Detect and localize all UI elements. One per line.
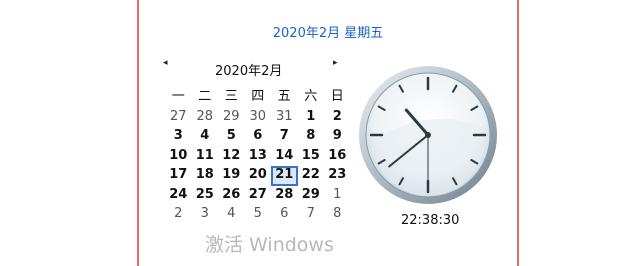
- analog-clock-icon: [359, 66, 497, 204]
- calendar-day[interactable]: 7: [271, 127, 298, 147]
- calendar-day[interactable]: 26: [218, 186, 245, 206]
- calendar-day[interactable]: 20: [245, 166, 272, 186]
- weekday-header: 日: [330, 89, 344, 104]
- next-month-icon[interactable]: ▸: [333, 58, 338, 68]
- weekday-header: 六: [304, 89, 318, 104]
- calendar-day[interactable]: 9: [324, 127, 351, 147]
- calendar-day[interactable]: 8: [298, 127, 325, 147]
- calendar-day[interactable]: 13: [245, 147, 272, 167]
- calendar-day[interactable]: 6: [245, 127, 272, 147]
- weekday-header-row: 一 二 三 四 五 六 日: [165, 88, 351, 108]
- calendar-week-row: 27 28 29 30 31 1 2: [165, 108, 351, 128]
- calendar-day[interactable]: 4: [218, 205, 245, 225]
- calendar-week-row: 2 3 4 5 6 7 8: [165, 205, 351, 225]
- calendar-day[interactable]: 10: [165, 147, 192, 167]
- date-time-flyout: 2020年2月 星期五 ◂ 2020年2月 ▸ 一 二 三 四 五 六 日 27…: [137, 0, 519, 266]
- calendar-day[interactable]: 30: [245, 108, 272, 128]
- calendar-day[interactable]: 27: [245, 186, 272, 206]
- calendar-week-row: 10 11 12 13 14 15 16: [165, 147, 351, 167]
- calendar-day[interactable]: 1: [298, 108, 325, 128]
- calendar-day[interactable]: 3: [192, 205, 219, 225]
- calendar-day[interactable]: 24: [165, 186, 192, 206]
- calendar-day[interactable]: 14: [271, 147, 298, 167]
- calendar-day[interactable]: 29: [298, 186, 325, 206]
- calendar-day[interactable]: 18: [192, 166, 219, 186]
- weekday-header: 四: [251, 89, 265, 104]
- weekday-header: 一: [171, 89, 185, 104]
- calendar-day[interactable]: 28: [271, 186, 298, 206]
- calendar-day[interactable]: 2: [324, 108, 351, 128]
- calendar-day[interactable]: 28: [192, 108, 219, 128]
- calendar-week-row: 24 25 26 27 28 29 1: [165, 186, 351, 206]
- calendar-day[interactable]: 25: [192, 186, 219, 206]
- calendar-day[interactable]: 16: [324, 147, 351, 167]
- calendar-week-row: 3 4 5 6 7 8 9: [165, 127, 351, 147]
- calendar-day[interactable]: 17: [165, 166, 192, 186]
- calendar-day-selected[interactable]: 21: [271, 166, 298, 186]
- weekday-header: 三: [224, 89, 238, 104]
- activate-windows-watermark: 激活 Windows: [205, 234, 334, 256]
- calendar-day[interactable]: 2: [165, 205, 192, 225]
- calendar-day[interactable]: 1: [324, 186, 351, 206]
- long-date-link[interactable]: 2020年2月 星期五: [139, 22, 517, 41]
- digital-time: 22:38:30: [401, 213, 460, 228]
- calendar-day[interactable]: 7: [298, 205, 325, 225]
- calendar-day[interactable]: 23: [324, 166, 351, 186]
- calendar-grid: 一 二 三 四 五 六 日 27 28 29 30 31 1 2 3 4 5 6…: [165, 88, 351, 225]
- previous-month-icon[interactable]: ◂: [163, 58, 168, 68]
- calendar-day[interactable]: 5: [245, 205, 272, 225]
- calendar-day[interactable]: 4: [192, 127, 219, 147]
- calendar-day[interactable]: 6: [271, 205, 298, 225]
- calendar-day[interactable]: 15: [298, 147, 325, 167]
- calendar-day[interactable]: 27: [165, 108, 192, 128]
- weekday-header: 五: [277, 89, 291, 104]
- calendar-day[interactable]: 5: [218, 127, 245, 147]
- calendar-day[interactable]: 31: [271, 108, 298, 128]
- calendar-day[interactable]: 3: [165, 127, 192, 147]
- calendar-day[interactable]: 19: [218, 166, 245, 186]
- calendar-day[interactable]: 8: [324, 205, 351, 225]
- month-title[interactable]: 2020年2月: [215, 60, 282, 79]
- calendar-week-row: 17 18 19 20 21 22 23: [165, 166, 351, 186]
- weekday-header: 二: [198, 89, 212, 104]
- calendar-day[interactable]: 11: [192, 147, 219, 167]
- calendar-day[interactable]: 22: [298, 166, 325, 186]
- calendar-day[interactable]: 12: [218, 147, 245, 167]
- calendar-day[interactable]: 29: [218, 108, 245, 128]
